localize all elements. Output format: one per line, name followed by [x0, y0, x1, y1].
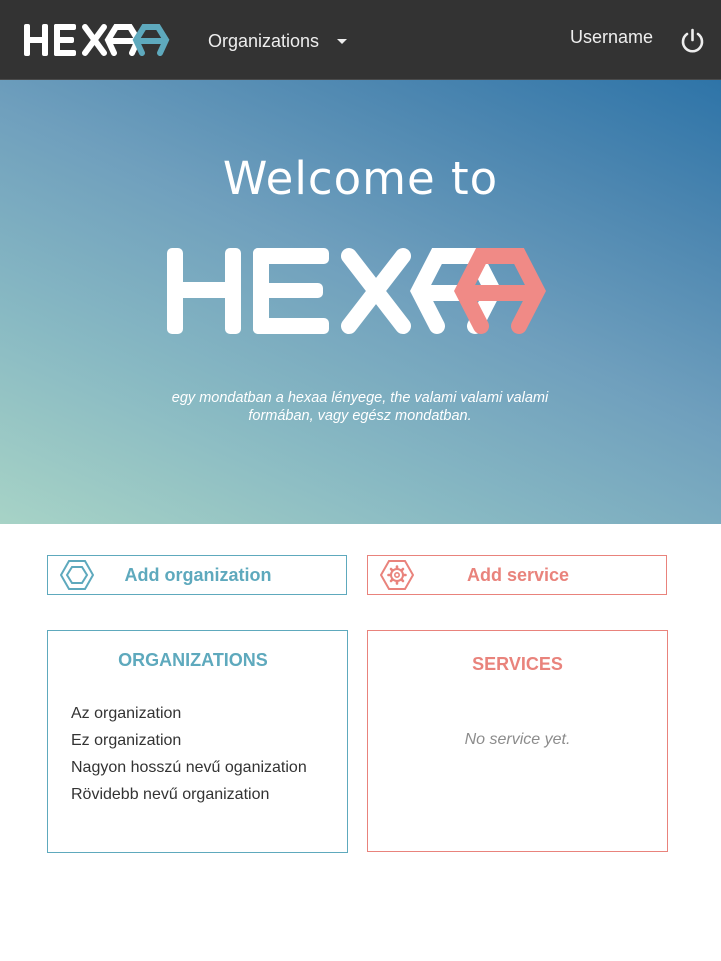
chevron-down-icon — [337, 38, 348, 44]
add-service-button[interactable]: Add service — [367, 555, 667, 595]
add-organization-label: Add organization — [124, 565, 272, 585]
organization-list-item[interactable]: Az organization — [71, 705, 311, 723]
organization-list-item[interactable]: Rövidebb nevű organization — [71, 786, 311, 804]
organizations-panel: ORGANIZATIONS Az organization Ez organiz… — [47, 630, 348, 853]
organization-list-item[interactable]: Ez organization — [71, 732, 311, 750]
hexaa-hero-logo — [167, 248, 546, 334]
top-navbar: Organizations Username — [0, 0, 721, 80]
organizations-dropdown-label: Organizations — [208, 30, 320, 51]
organizations-list: Az organization Ez organization Nagyon h… — [71, 705, 311, 813]
power-icon[interactable] — [680, 28, 705, 54]
hero-tagline: egy mondatban a hexaa lényege, the valam… — [171, 389, 549, 424]
hero-banner: Welcome to egy mondatban a hexaa lényege… — [0, 80, 721, 524]
services-empty-message: No service yet. — [464, 731, 571, 748]
organizations-panel-title: ORGANIZATIONS — [118, 650, 268, 670]
add-organization-button[interactable]: Add organization — [47, 555, 347, 595]
services-panel: SERVICES No service yet. — [367, 630, 668, 852]
username-link[interactable]: Username — [570, 27, 653, 48]
services-panel-title: SERVICES — [472, 654, 563, 674]
organizations-dropdown[interactable]: Organizations — [208, 28, 348, 54]
add-service-label: Add service — [466, 565, 570, 585]
organization-list-item[interactable]: Nagyon hosszú nevű oganization — [71, 759, 311, 777]
welcome-heading: Welcome to — [222, 152, 499, 205]
hexaa-logo[interactable] — [24, 21, 180, 59]
